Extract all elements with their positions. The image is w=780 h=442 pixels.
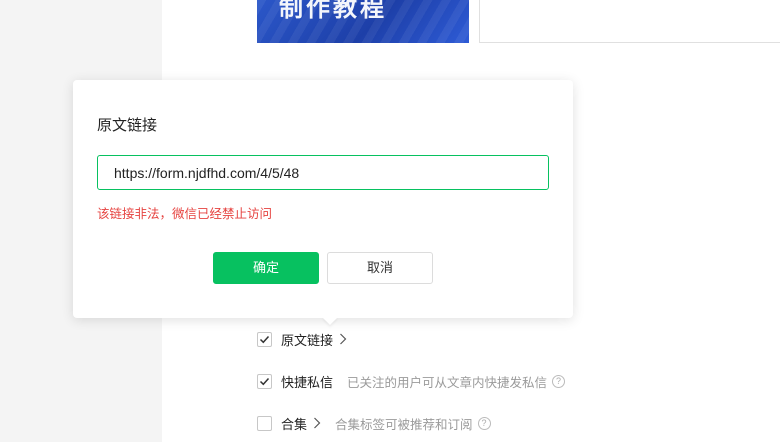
collection-label[interactable]: 合集: [281, 414, 307, 433]
cover-text: 制作教程: [279, 0, 387, 22]
error-message: 该链接非法，微信已经禁止访问: [97, 207, 273, 221]
check-icon: [259, 377, 270, 385]
option-collection: 合集 合集标签可被推荐和订阅 ?: [257, 414, 491, 432]
original-link-checkbox[interactable]: [257, 331, 272, 347]
help-icon[interactable]: ?: [477, 416, 491, 430]
original-link-dialog: 原文链接 该链接非法，微信已经禁止访问 确定 取消: [73, 80, 573, 318]
original-link-label[interactable]: 原文链接: [281, 330, 333, 349]
cover-image[interactable]: 制作教程: [257, 0, 469, 43]
url-input[interactable]: [97, 155, 549, 190]
option-original-link: 原文链接: [257, 330, 347, 348]
check-icon: [259, 335, 270, 343]
collection-checkbox[interactable]: [257, 415, 272, 431]
help-icon[interactable]: ?: [552, 374, 566, 388]
dialog-pointer: [322, 317, 338, 325]
confirm-button[interactable]: 确定: [213, 252, 319, 284]
chevron-right-icon[interactable]: [339, 333, 347, 345]
quick-message-checkbox[interactable]: [257, 373, 272, 389]
chevron-right-icon[interactable]: [313, 417, 321, 429]
cancel-button[interactable]: 取消: [327, 252, 433, 284]
option-quick-message: 快捷私信 已关注的用户可从文章内快捷发私信 ?: [257, 372, 566, 390]
quick-message-description: 已关注的用户可从文章内快捷发私信: [347, 375, 548, 390]
quick-message-label: 快捷私信: [281, 374, 334, 390]
collection-description: 合集标签可被推荐和订阅: [335, 417, 473, 432]
summary-box[interactable]: [479, 0, 780, 43]
dialog-title: 原文链接: [97, 117, 158, 134]
